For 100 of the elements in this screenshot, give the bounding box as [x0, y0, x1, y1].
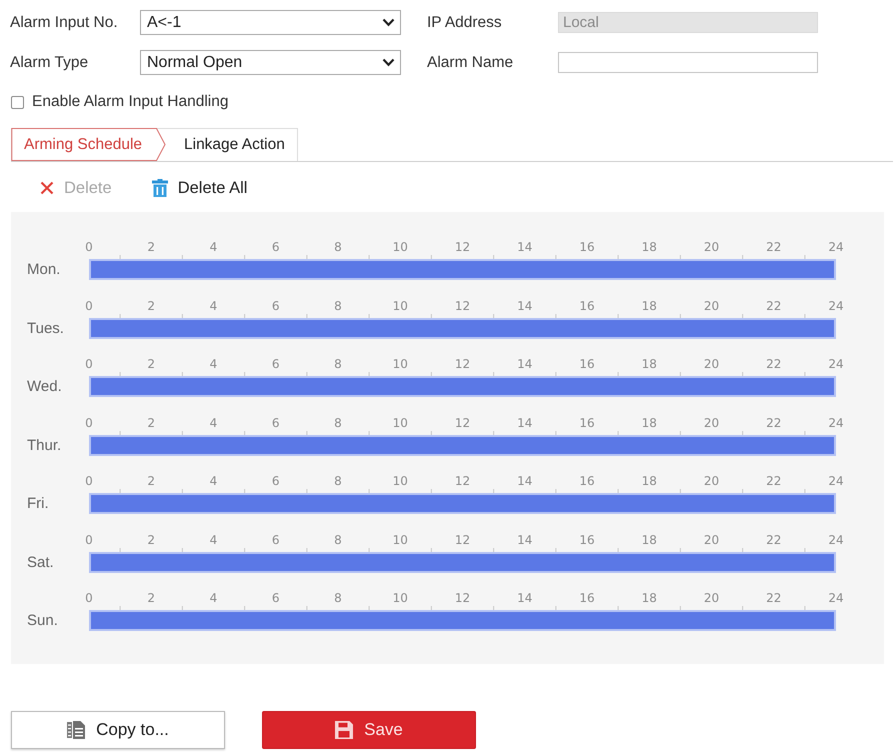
checkbox-label: Enable Alarm Input Handling: [32, 93, 228, 111]
hour-label: 20: [704, 357, 720, 371]
hour-label: 2: [147, 591, 156, 605]
hour-label: 10: [392, 591, 408, 605]
hour-label: 2: [147, 240, 156, 254]
tab[interactable]: Arming Schedule: [11, 128, 165, 161]
chevron-down-icon: [382, 18, 395, 27]
hour-label: 0: [85, 532, 93, 546]
hour-label: 2: [147, 298, 156, 312]
hour-label: 18: [642, 591, 657, 605]
hour-label: 16: [579, 591, 595, 605]
field-label: Alarm Name: [427, 54, 514, 72]
hour-label: 14: [517, 474, 532, 488]
copy-icon: [67, 721, 86, 739]
hour-label: 20: [704, 416, 720, 430]
dropdown[interactable]: Normal Open: [140, 50, 401, 75]
trash-icon: [152, 179, 168, 197]
hour-label: 16: [579, 532, 595, 546]
hour-label: 8: [334, 357, 342, 371]
hour-label: 22: [766, 298, 782, 312]
hour-label: 4: [210, 532, 218, 546]
hour-label: 18: [642, 532, 657, 546]
hour-label: 18: [642, 357, 657, 371]
hour-label: 24: [828, 357, 844, 371]
text-field[interactable]: [558, 52, 818, 73]
hour-label: 8: [334, 240, 342, 254]
copy-button[interactable]: Copy to...: [11, 711, 225, 749]
hour-label: 2: [147, 532, 156, 546]
hour-label: 8: [334, 416, 342, 430]
hour-label: 14: [517, 357, 532, 371]
hour-label: 20: [704, 298, 720, 312]
hour-label: 20: [704, 240, 720, 254]
hour-label: 20: [704, 474, 720, 488]
hour-label: 6: [272, 591, 280, 605]
day-label: Wed.: [27, 378, 63, 395]
hour-label: 16: [579, 474, 595, 488]
hour-label: 10: [392, 416, 408, 430]
hour-label: 22: [766, 532, 782, 546]
hour-label: 4: [210, 474, 218, 488]
hour-label: 8: [334, 474, 342, 488]
day-label: Mon.: [27, 261, 62, 278]
hour-label: 6: [272, 357, 280, 371]
hour-label: 6: [272, 240, 280, 254]
hour-label: 12: [454, 240, 470, 254]
hour-label: 18: [642, 474, 657, 488]
hour-label: 16: [579, 240, 595, 254]
field-label: Alarm Type: [10, 54, 90, 72]
hour-label: 10: [392, 298, 408, 312]
day-label: Fri.: [27, 495, 50, 512]
hour-label: 10: [392, 474, 408, 488]
hour-label: 4: [210, 416, 218, 430]
hour-label: 22: [766, 357, 782, 371]
hour-label: 0: [85, 240, 93, 254]
hour-label: 24: [828, 532, 844, 546]
hour-label: 10: [392, 532, 408, 546]
hour-label: 12: [454, 416, 470, 430]
hour-label: 16: [579, 416, 595, 430]
checkbox[interactable]: [11, 96, 24, 108]
toolbar-button[interactable]: Delete All: [152, 178, 248, 198]
save-button[interactable]: Save: [262, 711, 476, 749]
hour-label: 22: [766, 474, 782, 488]
hour-label: 4: [210, 591, 218, 605]
hour-label: 22: [766, 591, 782, 605]
hour-label: 12: [454, 591, 470, 605]
day-label: Sat.: [27, 554, 55, 570]
field-label: Alarm Input No.: [10, 14, 119, 32]
hour-label: 14: [517, 298, 532, 312]
hour-label: 8: [334, 591, 342, 605]
hour-label: 6: [272, 416, 280, 430]
hour-label: 18: [642, 298, 657, 312]
hour-label: 24: [828, 298, 844, 312]
hour-label: 6: [272, 298, 280, 312]
hour-label: 4: [210, 240, 218, 254]
hour-label: 18: [642, 240, 657, 254]
day-label: Sun.: [27, 612, 59, 629]
hour-label: 20: [704, 532, 720, 546]
hour-label: 24: [828, 591, 844, 605]
hour-label: 0: [85, 357, 93, 371]
tab[interactable]: Linkage Action: [165, 128, 297, 161]
field-label: IP Address: [427, 14, 503, 32]
hour-label: 24: [828, 416, 844, 430]
hour-label: 10: [392, 357, 408, 371]
hour-label: 2: [147, 416, 156, 430]
hour-label: 6: [272, 532, 280, 546]
hour-label: 14: [517, 591, 532, 605]
dropdown[interactable]: A<-1: [140, 10, 401, 35]
hour-label: 12: [454, 474, 470, 488]
hour-label: 6: [272, 474, 280, 488]
hour-label: 0: [85, 298, 93, 312]
chevron-down-icon: [382, 58, 395, 67]
hour-label: 14: [517, 532, 532, 546]
hour-label: 0: [85, 591, 93, 605]
day-label: Thur.: [27, 436, 62, 454]
hour-label: 16: [579, 298, 595, 312]
hour-label: 20: [704, 591, 720, 605]
hour-label: 22: [766, 416, 782, 430]
hour-label: 4: [210, 357, 218, 371]
hour-label: 14: [517, 416, 532, 430]
hour-label: 18: [642, 416, 657, 430]
hour-label: 4: [210, 298, 218, 312]
